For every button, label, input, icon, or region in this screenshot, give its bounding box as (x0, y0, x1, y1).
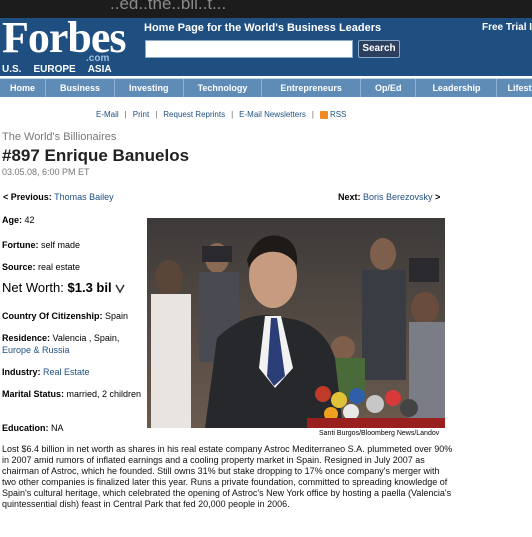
next-name[interactable]: Boris Berezovsky (363, 192, 433, 202)
fact-industry: Industry: Real Estate (2, 367, 90, 377)
fact-age: Age: 42 (2, 215, 35, 225)
fact-networth: Net Worth: $1.3 bil (2, 281, 145, 294)
nav-technology[interactable]: Technology (184, 79, 263, 97)
email-link[interactable]: E-Mail (96, 110, 119, 119)
nav-investing[interactable]: Investing (115, 79, 184, 97)
rss-icon (319, 110, 328, 119)
next-arrow: > (435, 192, 441, 202)
fact-source: Source: real estate (2, 262, 81, 272)
trend-down-icon (115, 284, 125, 294)
region-us[interactable]: U.S. (2, 64, 21, 75)
search-input[interactable] (145, 40, 353, 58)
fact-marital: Marital Status: married, 2 children (2, 389, 142, 399)
industry-link[interactable]: Real Estate (43, 367, 90, 377)
dateline: 03.05.08, 6:00 PM ET (2, 167, 90, 177)
region-europe[interactable]: EUROPE (33, 64, 75, 75)
region-links: U.S. EUROPE ASIA (2, 64, 112, 75)
top-strip: ..ed..the..bil..t... (0, 0, 532, 18)
rss-link[interactable]: RSS (319, 110, 347, 119)
overlay-text: ..ed..the..bil..t... (110, 0, 227, 13)
profile-photo (147, 218, 445, 428)
previous-link[interactable]: < Previous: Thomas Bailey (3, 192, 114, 202)
divider: | (311, 110, 314, 119)
next-link[interactable]: Next: Boris Berezovsky > (338, 192, 440, 202)
region-link[interactable]: Europe & Russia (2, 345, 70, 355)
fact-education: Education: NA (2, 423, 64, 433)
print-link[interactable]: Print (133, 110, 149, 119)
nav-entrepreneurs[interactable]: Entrepreneurs (262, 79, 361, 97)
next-label: Next: (338, 192, 361, 202)
fact-residence: Residence: Valencia , Spain, Europe & Rus… (2, 333, 120, 355)
page-title: #897 Enrique Banuelos (2, 146, 190, 165)
nav-lifestyle[interactable]: Lifesty (497, 79, 532, 97)
main-nav: Home Business Investing Technology Entre… (0, 78, 532, 97)
divider: | (155, 110, 158, 119)
free-trial-link[interactable]: Free Trial I (482, 22, 532, 33)
previous-name[interactable]: Thomas Bailey (54, 192, 114, 202)
region-asia[interactable]: ASIA (88, 64, 112, 75)
logo-com: .com (86, 53, 110, 64)
divider: | (124, 110, 127, 119)
previous-label: < Previous: (3, 192, 52, 202)
reprints-link[interactable]: Request Reprints (163, 110, 225, 119)
divider: | (231, 110, 234, 119)
photo-caption: Santi Burgos/Bloomberg News/Landov (319, 430, 440, 437)
nav-business[interactable]: Business (46, 79, 116, 97)
photo-illustration (147, 218, 445, 428)
list-title[interactable]: The World's Billionaires (2, 131, 116, 143)
newsletters-link[interactable]: E-Mail Newsletters (239, 110, 306, 119)
nav-leadership[interactable]: Leadership (416, 79, 498, 97)
fact-fortune: Fortune: self made (2, 240, 81, 250)
utility-links: E-Mail | Print | Request Reprints | E-Ma… (96, 110, 346, 119)
rss-label: RSS (329, 110, 347, 119)
tagline: Home Page for the World's Business Leade… (144, 22, 382, 34)
nav-oped[interactable]: Op/Ed (361, 79, 417, 97)
nav-home[interactable]: Home (0, 79, 47, 97)
bio-text: Lost $6.4 billion in net worth as shares… (2, 444, 453, 509)
site-header: Forbes .com U.S. EUROPE ASIA Home Page f… (0, 18, 532, 76)
fact-citizenship: Country Of Citizenship: Spain (2, 311, 129, 321)
search-button[interactable]: Search (358, 40, 400, 58)
